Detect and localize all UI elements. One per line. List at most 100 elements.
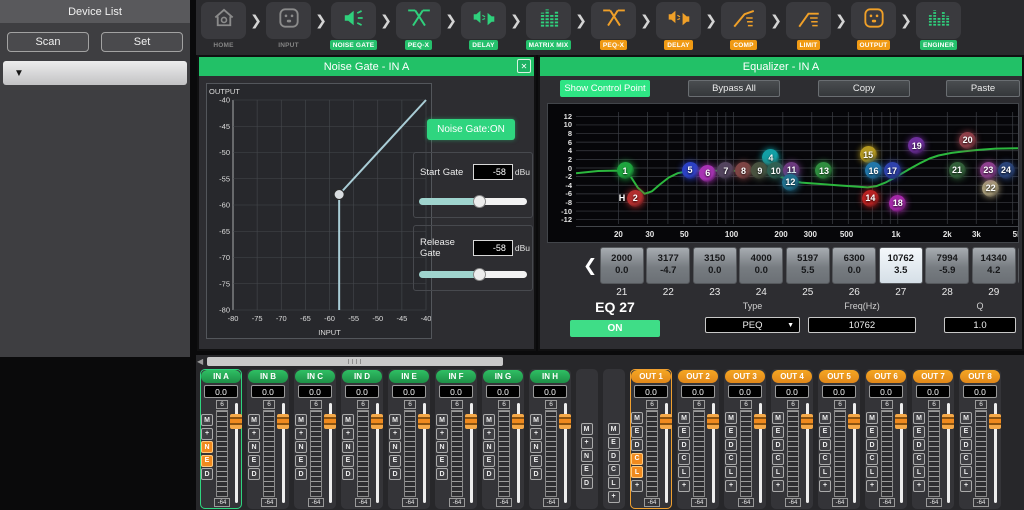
channel-strip-in-d[interactable]: IN D 0.0 M+NED 6 -64 [341,369,383,509]
toolbar-item-peq-x-6[interactable]: PEQ-X [590,2,637,50]
fader[interactable] [512,400,524,507]
eq-band-27[interactable]: 10762 3.5 27 [879,247,923,299]
channel-button-d[interactable]: D [608,450,620,462]
toolbar-item-enginer-11[interactable]: ENGINER [915,2,962,50]
fader-handle[interactable] [324,414,336,429]
channel-gain-value[interactable]: 0.0 [204,385,238,398]
channel-button-e[interactable]: E [530,455,542,467]
channel-label[interactable]: IN A [201,370,241,383]
toolbar-item-peq-x-3[interactable]: PEQ-X [395,2,442,50]
channel-strip-out-3[interactable]: OUT 3 0.0 MEDCL+ 6 -64 [724,369,766,509]
noise-gate-on-button[interactable]: Noise Gate:ON [427,119,515,140]
eq-control-point-15[interactable]: 15 [860,146,877,163]
channel-button-c[interactable]: C [960,453,972,465]
channel-gain-value[interactable]: 0.0 [251,385,285,398]
toolbar-item-noise-gate-2[interactable]: NOISE GATE [330,2,377,50]
channel-button-plus[interactable]: + [295,428,307,440]
channel-button-plus[interactable]: + [631,480,643,492]
channel-button-plus[interactable]: + [342,428,354,440]
fader[interactable] [989,400,1001,507]
channel-button-d[interactable]: D [725,439,737,451]
toolbar-item-delay-7[interactable]: DELAY [655,2,702,50]
channel-gain-value[interactable]: 0.0 [775,385,809,398]
channel-button-d[interactable]: D [913,439,925,451]
channel-button-plus[interactable]: + [960,480,972,492]
release-gate-slider-thumb[interactable] [473,268,486,281]
channel-label[interactable]: IN D [342,370,382,383]
channel-button-c[interactable]: C [631,453,643,465]
channel-button-e[interactable]: E [819,426,831,438]
channel-button-c[interactable]: C [678,453,690,465]
eq-control-point-1[interactable]: 1 [617,162,634,179]
paste-button[interactable]: Paste [946,80,1020,97]
eq-on-button[interactable]: ON [570,320,660,337]
channel-gain-value[interactable]: 0.0 [439,385,473,398]
channel-button-e[interactable]: E [960,426,972,438]
channel-strip-out-7[interactable]: OUT 7 0.0 MEDCL+ 6 -64 [912,369,954,509]
channel-button-m[interactable]: M [581,423,593,435]
channel-button-e[interactable]: E [295,455,307,467]
channel-button-plus[interactable]: + [678,480,690,492]
scrollbar-thumb[interactable] [207,357,503,366]
channel-button-m[interactable]: M [295,414,307,426]
channel-gain-value[interactable]: 0.0 [822,385,856,398]
fader[interactable] [895,400,907,507]
channel-label[interactable]: IN H [530,370,570,383]
channel-button-n[interactable]: N [389,441,401,453]
channel-label[interactable]: OUT 4 [772,370,812,383]
channel-button-m[interactable]: M [608,423,620,435]
channel-button-n[interactable]: N [248,441,260,453]
eq-control-point-22[interactable]: 22 [982,180,999,197]
channel-button-e[interactable]: E [389,455,401,467]
channel-button-m[interactable]: M [772,412,784,424]
release-gate-slider[interactable] [419,268,527,282]
channel-strip-in-c[interactable]: IN C 0.0 M+NED 6 -64 [294,369,336,509]
channel-button-m[interactable]: M [483,414,495,426]
channel-button-d[interactable]: D [772,439,784,451]
fader-handle[interactable] [989,414,1001,429]
fader[interactable] [801,400,813,507]
channel-gain-value[interactable]: 0.0 [963,385,997,398]
eq-control-point-12[interactable]: 12 [782,174,799,191]
channel-strip-in-f[interactable]: IN F 0.0 M+NED 6 -64 [435,369,477,509]
channel-button-m[interactable]: M [678,412,690,424]
eq-band-25[interactable]: 5197 5.5 25 [786,247,830,299]
start-gate-slider-thumb[interactable] [473,195,486,208]
fader-handle[interactable] [512,414,524,429]
channel-button-e[interactable]: E [248,455,260,467]
channel-button-d[interactable]: D [295,468,307,480]
eq-control-point-24[interactable]: 24 [998,162,1015,179]
channel-button-d[interactable]: D [866,439,878,451]
channel-button-l[interactable]: L [608,477,620,489]
channel-button-c[interactable]: C [608,464,620,476]
channel-button-l[interactable]: L [631,466,643,478]
eq-band-cell[interactable]: 10762 3.5 [879,247,923,284]
channel-button-plus[interactable]: + [248,428,260,440]
toolbar-item-matrix-mix-5[interactable]: MATRIX MIX [525,2,572,50]
channel-button-m[interactable]: M [342,414,354,426]
channel-button-d[interactable]: D [819,439,831,451]
type-dropdown[interactable]: PEQ ▼ [705,317,800,333]
device-dropdown[interactable]: ▼ [3,61,187,85]
channel-strip-in-h[interactable]: IN H 0.0 M+NED 6 -64 [529,369,571,509]
eq-band-cell[interactable]: 6300 0.0 [832,247,876,284]
toolbar-item-limit-9[interactable]: LIMIT [785,2,832,50]
channel-label[interactable]: IN B [248,370,288,383]
channel-button-c[interactable]: C [913,453,925,465]
fader-handle[interactable] [277,414,289,429]
fader[interactable] [942,400,954,507]
set-button[interactable]: Set [101,32,183,52]
toolbar-item-delay-4[interactable]: DELAY [460,2,507,50]
channel-button-e[interactable]: E [866,426,878,438]
channel-button-m[interactable]: M [725,412,737,424]
eq-band-28[interactable]: 7994 -5.9 28 [925,247,969,299]
channel-button-e[interactable]: E [483,455,495,467]
channel-button-plus[interactable]: + [581,437,593,449]
channel-label[interactable]: OUT 3 [725,370,765,383]
channel-button-d[interactable]: D [201,468,213,480]
channel-button-c[interactable]: C [866,453,878,465]
channel-button-m[interactable]: M [530,414,542,426]
channel-button-d[interactable]: D [248,468,260,480]
toolbar-item-home-0[interactable]: HOME [200,2,247,50]
scroll-left-icon[interactable]: ◀ [197,356,203,367]
